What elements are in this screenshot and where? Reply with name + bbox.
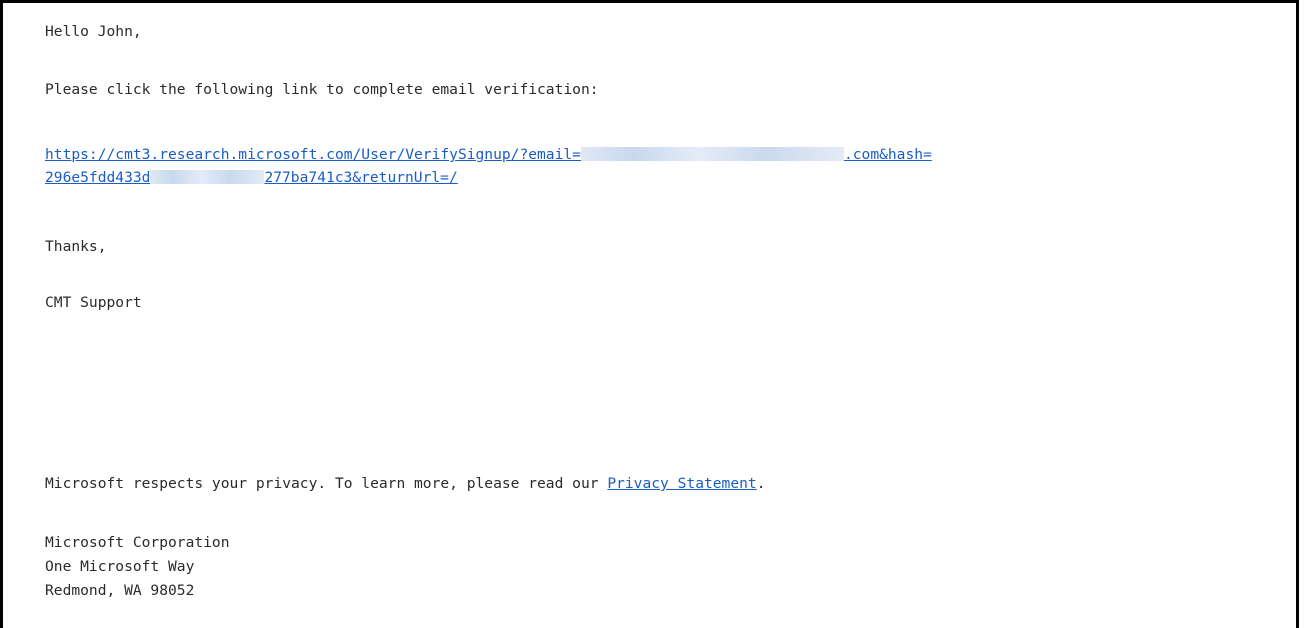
privacy-notice: Microsoft respects your privacy. To lear… xyxy=(45,473,766,495)
hash-suffix[interactable]: 277ba741c3&returnUrl=/ xyxy=(264,169,457,186)
redacted-hash xyxy=(150,170,265,184)
link-prefix[interactable]: https://cmt3.research.microsoft.com/User… xyxy=(45,146,581,163)
privacy-text: Microsoft respects your privacy. To lear… xyxy=(45,475,608,492)
verification-link-part-1[interactable]: https://cmt3.research.microsoft.com/User… xyxy=(45,146,932,163)
redacted-email xyxy=(580,147,844,161)
email-body: Hello John, Please click the following l… xyxy=(45,21,1285,621)
verification-link-part-2[interactable]: 296e5fdd433d 277ba741c3&returnUrl=/ xyxy=(45,169,458,186)
greeting-text: Hello John, xyxy=(45,23,142,40)
verification-link-line-2[interactable]: 296e5fdd433d 277ba741c3&returnUrl=/ xyxy=(45,167,458,189)
address-street: One Microsoft Way xyxy=(45,558,195,575)
privacy-period: . xyxy=(756,475,766,492)
address-company: Microsoft Corporation xyxy=(45,534,230,551)
instruction-text: Please click the following link to compl… xyxy=(45,81,599,98)
hash-prefix[interactable]: 296e5fdd433d xyxy=(45,169,150,186)
verification-link-line-1[interactable]: https://cmt3.research.microsoft.com/User… xyxy=(45,144,932,166)
address-city: Redmond, WA 98052 xyxy=(45,582,195,599)
signature-text: CMT Support xyxy=(45,294,142,311)
thanks-text: Thanks, xyxy=(45,238,107,255)
link-suffix[interactable]: .com&hash= xyxy=(844,146,932,163)
privacy-statement-link[interactable]: Privacy Statement xyxy=(607,475,756,492)
